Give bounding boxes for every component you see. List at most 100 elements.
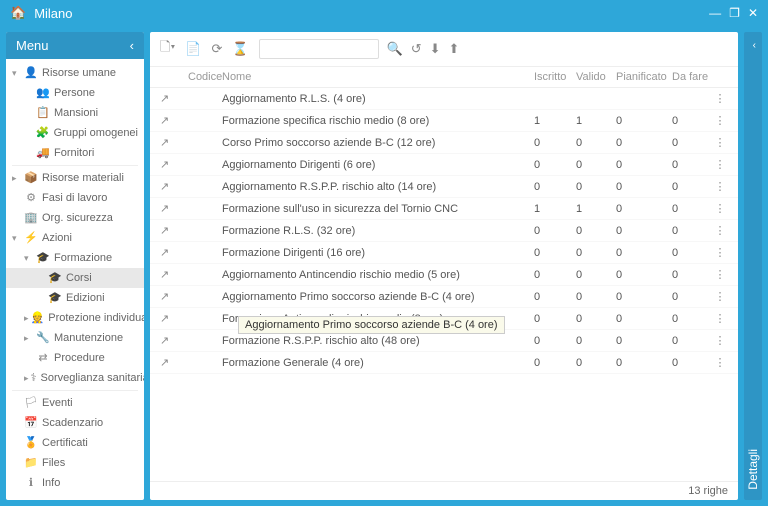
- item-icon: 🏳: [24, 396, 38, 410]
- open-icon[interactable]: ↗: [160, 114, 188, 127]
- sidebar-header[interactable]: Menu ‹: [6, 32, 144, 59]
- open-icon[interactable]: ↗: [160, 290, 188, 303]
- sidebar-item[interactable]: 📁Files: [6, 453, 144, 473]
- sidebar-item[interactable]: ⚙Fasi di lavoro: [6, 188, 144, 208]
- sidebar-item[interactable]: 🧩 Gruppi omogenei: [6, 123, 144, 143]
- cell-pianificato: 0: [616, 181, 672, 193]
- open-icon[interactable]: ↗: [160, 202, 188, 215]
- open-icon[interactable]: ↗: [160, 312, 188, 325]
- table-row[interactable]: ↗Aggiornamento R.L.S. (4 ore)⋮: [150, 88, 738, 110]
- sidebar-item[interactable]: 🚚Fornitori: [6, 143, 144, 163]
- sidebar-item[interactable]: ⇄ Procedure: [6, 348, 144, 368]
- sidebar-item[interactable]: 📅Scadenzario: [6, 413, 144, 433]
- open-icon[interactable]: ↗: [160, 180, 188, 193]
- cell-valido: 1: [576, 115, 616, 127]
- row-menu-icon[interactable]: ⋮: [712, 224, 728, 237]
- upload-icon[interactable]: ⬆: [449, 41, 460, 57]
- sidebar-item[interactable]: ℹInfo: [6, 473, 144, 493]
- cell-valido: 0: [576, 291, 616, 303]
- caret-icon: ▾: [12, 66, 22, 80]
- table-row[interactable]: ↗Formazione specifica rischio medio (8 o…: [150, 110, 738, 132]
- sidebar-item[interactable]: ▾👤Risorse umane: [6, 63, 144, 83]
- open-icon[interactable]: ↗: [160, 334, 188, 347]
- table-row[interactable]: ↗Formazione R.S.P.P. rischio alto (48 or…: [150, 330, 738, 352]
- table-row[interactable]: ↗Aggiornamento Antincendio rischio medio…: [150, 264, 738, 286]
- table-row[interactable]: ↗Formazione Antincendio rischio medio (8…: [150, 308, 738, 330]
- row-menu-icon[interactable]: ⋮: [712, 334, 728, 347]
- sidebar-item-label: Procedure: [54, 351, 105, 365]
- table-row[interactable]: ↗Aggiornamento Primo soccorso aziende B-…: [150, 286, 738, 308]
- sidebar-item[interactable]: ▸📦Risorse materiali: [6, 168, 144, 188]
- close-button[interactable]: ✕: [748, 6, 758, 20]
- table-row[interactable]: ↗Aggiornamento Dirigenti (6 ore)0000⋮: [150, 154, 738, 176]
- item-icon: ⇄: [36, 351, 50, 365]
- col-pianificato[interactable]: Pianificato: [616, 71, 672, 83]
- row-menu-icon[interactable]: ⋮: [712, 246, 728, 259]
- row-menu-icon[interactable]: ⋮: [712, 180, 728, 193]
- row-menu-icon[interactable]: ⋮: [712, 114, 728, 127]
- row-menu-icon[interactable]: ⋮: [712, 268, 728, 281]
- open-icon[interactable]: ↗: [160, 92, 188, 105]
- item-icon: 👥: [36, 86, 50, 100]
- home-icon[interactable]: 🏠: [10, 5, 26, 21]
- row-menu-icon[interactable]: ⋮: [712, 356, 728, 369]
- sidebar-item[interactable]: ▾⚡Azioni: [6, 228, 144, 248]
- sidebar-item[interactable]: 🏢Org. sicurezza: [6, 208, 144, 228]
- row-menu-icon[interactable]: ⋮: [712, 92, 728, 105]
- chevron-left-icon[interactable]: ‹: [130, 38, 134, 53]
- search-icon[interactable]: 🔍: [387, 41, 403, 57]
- table-row[interactable]: ↗Formazione Generale (4 ore)0000⋮: [150, 352, 738, 374]
- row-menu-icon[interactable]: ⋮: [712, 312, 728, 325]
- cell-iscritto: 0: [534, 313, 576, 325]
- sidebar-item[interactable]: ▸👷Protezione individuale: [6, 308, 144, 328]
- sidebar-item[interactable]: ▸🔧Manutenzione: [6, 328, 144, 348]
- row-menu-icon[interactable]: ⋮: [712, 158, 728, 171]
- open-icon[interactable]: ↗: [160, 136, 188, 149]
- col-iscritto[interactable]: Iscritto: [534, 71, 576, 83]
- sidebar-item-label: Sorveglianza sanitaria: [40, 371, 144, 385]
- cell-dafare: 0: [672, 357, 712, 369]
- sidebar-item[interactable]: 👥Persone: [6, 83, 144, 103]
- filter-button[interactable]: ⌛: [232, 41, 248, 57]
- col-dafare[interactable]: Da fare: [672, 71, 712, 83]
- minimize-button[interactable]: —: [709, 6, 721, 20]
- sidebar-item-label: Protezione individuale: [48, 311, 144, 325]
- row-menu-icon[interactable]: ⋮: [712, 202, 728, 215]
- copy-button[interactable]: 📄: [185, 41, 201, 57]
- sidebar-item[interactable]: ▸⚕Sorveglianza sanitaria: [6, 368, 144, 388]
- maximize-button[interactable]: ❐: [729, 6, 740, 20]
- open-icon[interactable]: ↗: [160, 246, 188, 259]
- cell-name: Formazione Dirigenti (16 ore): [222, 247, 534, 259]
- open-icon[interactable]: ↗: [160, 268, 188, 281]
- table-row[interactable]: ↗Corso Primo soccorso aziende B-C (12 or…: [150, 132, 738, 154]
- new-button[interactable]: 🗋▾: [160, 38, 175, 60]
- sidebar-item-label: Gruppi omogenei: [54, 126, 138, 140]
- open-icon[interactable]: ↗: [160, 356, 188, 369]
- col-name[interactable]: Nome: [222, 71, 534, 83]
- table-row[interactable]: ↗Aggiornamento R.S.P.P. rischio alto (14…: [150, 176, 738, 198]
- item-icon: 🧩: [36, 126, 50, 140]
- sidebar-item[interactable]: 🎓Edizioni: [6, 288, 144, 308]
- table-row[interactable]: ↗Formazione Dirigenti (16 ore)0000⋮: [150, 242, 738, 264]
- row-menu-icon[interactable]: ⋮: [712, 136, 728, 149]
- sidebar-item[interactable]: 📋Mansioni: [6, 103, 144, 123]
- sidebar-item[interactable]: 🏳Eventi: [6, 393, 144, 413]
- table-row[interactable]: ↗Formazione sull'uso in sicurezza del To…: [150, 198, 738, 220]
- sidebar-item[interactable]: 🎓Corsi: [6, 268, 144, 288]
- details-panel-collapsed[interactable]: ‹ Dettagli: [744, 32, 762, 500]
- item-icon: 🏢: [24, 211, 38, 225]
- sidebar-item-label: Risorse umane: [42, 66, 116, 80]
- sidebar-item[interactable]: ▾🎓Formazione: [6, 248, 144, 268]
- download-icon[interactable]: ⬇: [430, 41, 441, 57]
- cell-valido: 0: [576, 181, 616, 193]
- history-icon[interactable]: ↺: [411, 41, 422, 57]
- col-code[interactable]: Codice: [188, 71, 222, 83]
- sidebar-item[interactable]: 🏅Certificati: [6, 433, 144, 453]
- col-valido[interactable]: Valido: [576, 71, 616, 83]
- table-row[interactable]: ↗Formazione R.L.S. (32 ore)0000⋮: [150, 220, 738, 242]
- open-icon[interactable]: ↗: [160, 224, 188, 237]
- search-input[interactable]: [259, 39, 379, 59]
- row-menu-icon[interactable]: ⋮: [712, 290, 728, 303]
- refresh-button[interactable]: ⟳: [211, 41, 222, 57]
- open-icon[interactable]: ↗: [160, 158, 188, 171]
